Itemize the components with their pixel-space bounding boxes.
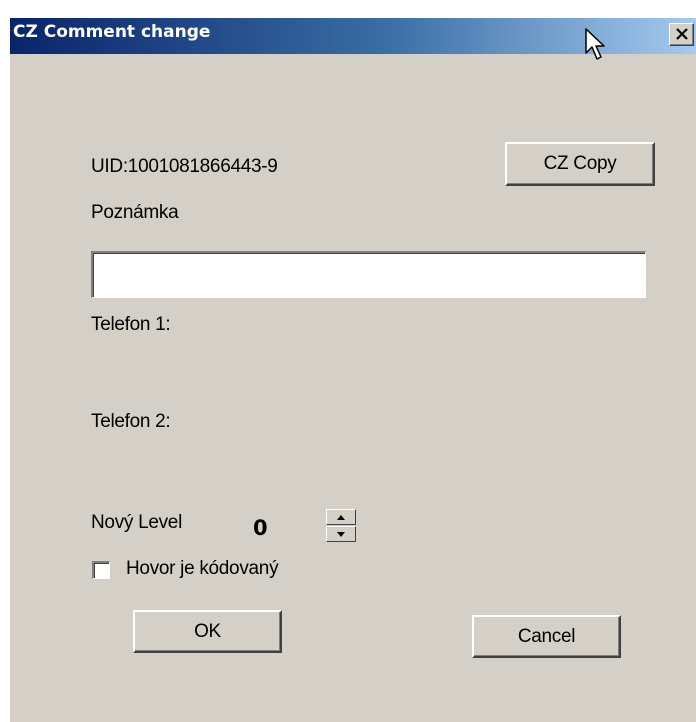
- level-down-button[interactable]: [326, 526, 356, 542]
- triangle-up-icon: [337, 514, 345, 520]
- cz-copy-button[interactable]: CZ Copy: [505, 142, 655, 186]
- level-label: Nový Level: [91, 512, 182, 533]
- phone1-label: Telefon 1:: [91, 314, 171, 335]
- triangle-down-icon: [337, 531, 345, 537]
- dialog-window: CZ Comment change UID:1001081866443-9 CZ…: [9, 18, 696, 722]
- level-up-button[interactable]: [326, 509, 356, 525]
- note-label: Poznámka: [91, 202, 179, 223]
- close-icon: [675, 28, 688, 40]
- encoded-checkbox[interactable]: [92, 561, 110, 579]
- cancel-button[interactable]: Cancel: [472, 615, 621, 658]
- encoded-label[interactable]: Hovor je kódovaný: [126, 558, 279, 580]
- uid-label: UID:1001081866443-9: [91, 156, 278, 177]
- phone2-label: Telefon 2:: [91, 411, 171, 432]
- note-input[interactable]: [91, 251, 646, 298]
- level-spinner: [326, 509, 356, 542]
- level-value: 0: [253, 516, 268, 540]
- ok-button[interactable]: OK: [133, 610, 282, 653]
- window-title: CZ Comment change: [13, 22, 211, 42]
- mouse-pointer-icon: [585, 28, 609, 71]
- close-button[interactable]: [669, 23, 694, 46]
